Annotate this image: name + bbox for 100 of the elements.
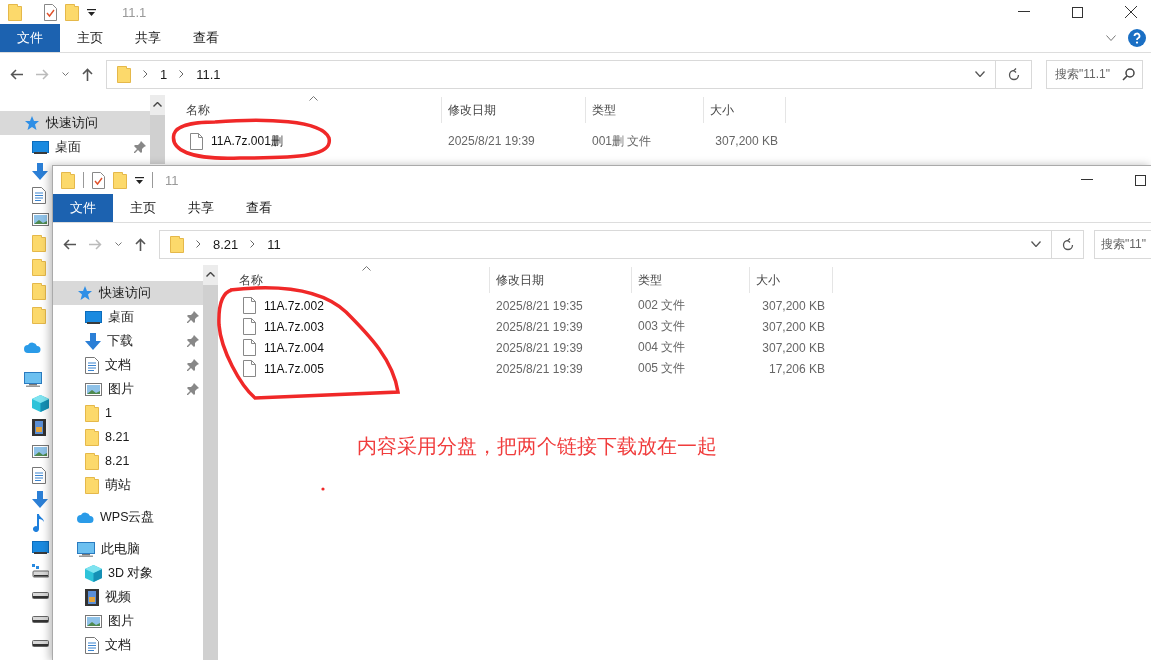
table-cell-text: 001删 文件 (591, 132, 653, 150)
nav-item[interactable]: 文档 (53, 353, 203, 377)
file-icon (243, 339, 256, 356)
music-note-icon (32, 514, 44, 532)
picture-icon (32, 212, 49, 226)
address-bar[interactable]: 1 11.1 (106, 59, 996, 89)
down-arrow-icon (32, 490, 48, 508)
up-arrow-icon[interactable] (82, 67, 93, 81)
table-cell-text: 2025/8/21 19:39 (495, 361, 584, 376)
recent-chevron-icon[interactable] (62, 71, 69, 77)
search-field[interactable]: 搜索"11.1" (1046, 59, 1143, 89)
breadcrumb-item[interactable]: 11.1 (196, 66, 221, 82)
column-header[interactable]: 名称 (180, 97, 442, 123)
ribbon-tab[interactable]: 主页 (115, 194, 171, 222)
folder-icon (8, 3, 22, 21)
ribbon-tab[interactable]: 共享 (173, 194, 229, 222)
breadcrumb-item[interactable]: 8.21 (213, 236, 239, 252)
nav-item[interactable]: 8.21 (53, 425, 203, 449)
nav-item[interactable]: 文档 (53, 633, 203, 657)
nav-item[interactable]: 8.21 (53, 449, 203, 473)
film-icon (85, 588, 99, 606)
back-arrow-icon[interactable] (63, 238, 76, 250)
properties-icon[interactable] (44, 3, 57, 21)
back-arrow-icon[interactable] (10, 68, 23, 80)
column-header[interactable]: 大小 (704, 97, 786, 123)
pin-icon[interactable] (134, 141, 146, 153)
star-icon (77, 285, 93, 301)
file-name[interactable]: 11A.7z.001删 (211, 132, 283, 150)
chevron-down-icon[interactable] (975, 71, 985, 77)
nav-item[interactable]: WPS云盘 (53, 505, 203, 529)
pin-icon[interactable] (187, 335, 199, 347)
monitor-icon (85, 310, 102, 324)
nav-item[interactable]: 快速访问 (53, 281, 203, 305)
nav-item[interactable]: 萌站 (53, 473, 203, 497)
properties-icon[interactable] (92, 171, 105, 189)
file-name[interactable]: 11A.7z.004 (264, 340, 324, 355)
scroll-up-icon[interactable] (206, 272, 215, 277)
pin-icon[interactable] (187, 311, 199, 323)
nav-item[interactable]: 此电脑 (53, 537, 203, 561)
down-arrow-icon (85, 332, 101, 350)
ribbon-tab[interactable]: 文件 (53, 194, 113, 222)
search-field[interactable]: 搜索"11" (1094, 229, 1151, 259)
table-cell-text: 2025/8/21 19:39 (495, 319, 584, 334)
document-icon (32, 466, 46, 484)
refresh-button[interactable] (1052, 229, 1084, 259)
scroll-up-icon[interactable] (153, 102, 162, 107)
ribbon-tab[interactable]: 查看 (178, 24, 234, 52)
nav-item[interactable]: 1 (53, 401, 203, 425)
breadcrumb-item[interactable]: 1 (160, 66, 168, 82)
file-name[interactable]: 11A.7z.005 (264, 361, 324, 376)
folder-icon (85, 476, 99, 494)
dropdown-icon[interactable] (87, 8, 96, 16)
scrollbar[interactable] (150, 95, 165, 164)
folder-icon (117, 65, 131, 83)
nav-item[interactable]: 桌面 (0, 135, 150, 159)
column-header[interactable]: 类型 (632, 267, 750, 293)
address-bar[interactable]: 8.21 11 (159, 229, 1052, 259)
network-drive-icon (32, 564, 49, 578)
minimize-icon[interactable] (1018, 11, 1030, 13)
maximize-icon[interactable] (1135, 174, 1146, 186)
file-name[interactable]: 11A.7z.003 (264, 319, 324, 334)
folder-icon (32, 282, 46, 300)
nav-item[interactable]: 图片 (53, 377, 203, 401)
window-title: 11 (165, 172, 179, 188)
file-name[interactable]: 11A.7z.002 (264, 298, 324, 313)
nav-item[interactable]: 图片 (53, 609, 203, 633)
nav-item[interactable]: 视频 (53, 585, 203, 609)
chevron-down-icon[interactable] (1031, 241, 1041, 247)
ribbon-tab[interactable]: 主页 (62, 24, 118, 52)
ribbon-tab[interactable]: 查看 (231, 194, 287, 222)
table-cell-text: 004 文件 (637, 339, 687, 356)
table-cell-text: 307,200 KB (761, 298, 826, 313)
dropdown-icon[interactable] (135, 176, 144, 184)
star-icon (24, 115, 40, 131)
column-header[interactable]: 修改日期 (490, 267, 632, 293)
chevron-down-icon[interactable] (1106, 35, 1116, 41)
ribbon-tab[interactable]: 文件 (0, 24, 60, 52)
minimize-icon[interactable] (1081, 179, 1093, 181)
column-header[interactable]: 类型 (586, 97, 704, 123)
column-header[interactable]: 大小 (750, 267, 833, 293)
ribbon-tab[interactable]: 共享 (120, 24, 176, 52)
ink-dot (321, 487, 325, 491)
breadcrumb-item[interactable]: 11 (267, 236, 281, 252)
up-arrow-icon[interactable] (135, 237, 146, 251)
table-cell-text: 307,200 KB (761, 340, 826, 355)
drive-icon (32, 639, 49, 647)
nav-item[interactable]: 快速访问 (0, 111, 150, 135)
pin-icon[interactable] (187, 359, 199, 371)
nav-item[interactable]: 桌面 (53, 305, 203, 329)
recent-chevron-icon[interactable] (115, 241, 122, 247)
maximize-icon[interactable] (1072, 6, 1083, 18)
pin-icon[interactable] (187, 383, 199, 395)
column-header[interactable]: 修改日期 (442, 97, 586, 123)
close-icon[interactable] (1125, 6, 1137, 18)
refresh-button[interactable] (996, 59, 1032, 89)
nav-item[interactable]: 下载 (53, 329, 203, 353)
help-icon[interactable] (1128, 29, 1146, 47)
nav-item[interactable]: 3D 对象 (53, 561, 203, 585)
scrollbar[interactable] (203, 265, 218, 660)
column-header[interactable]: 名称 (233, 267, 490, 293)
